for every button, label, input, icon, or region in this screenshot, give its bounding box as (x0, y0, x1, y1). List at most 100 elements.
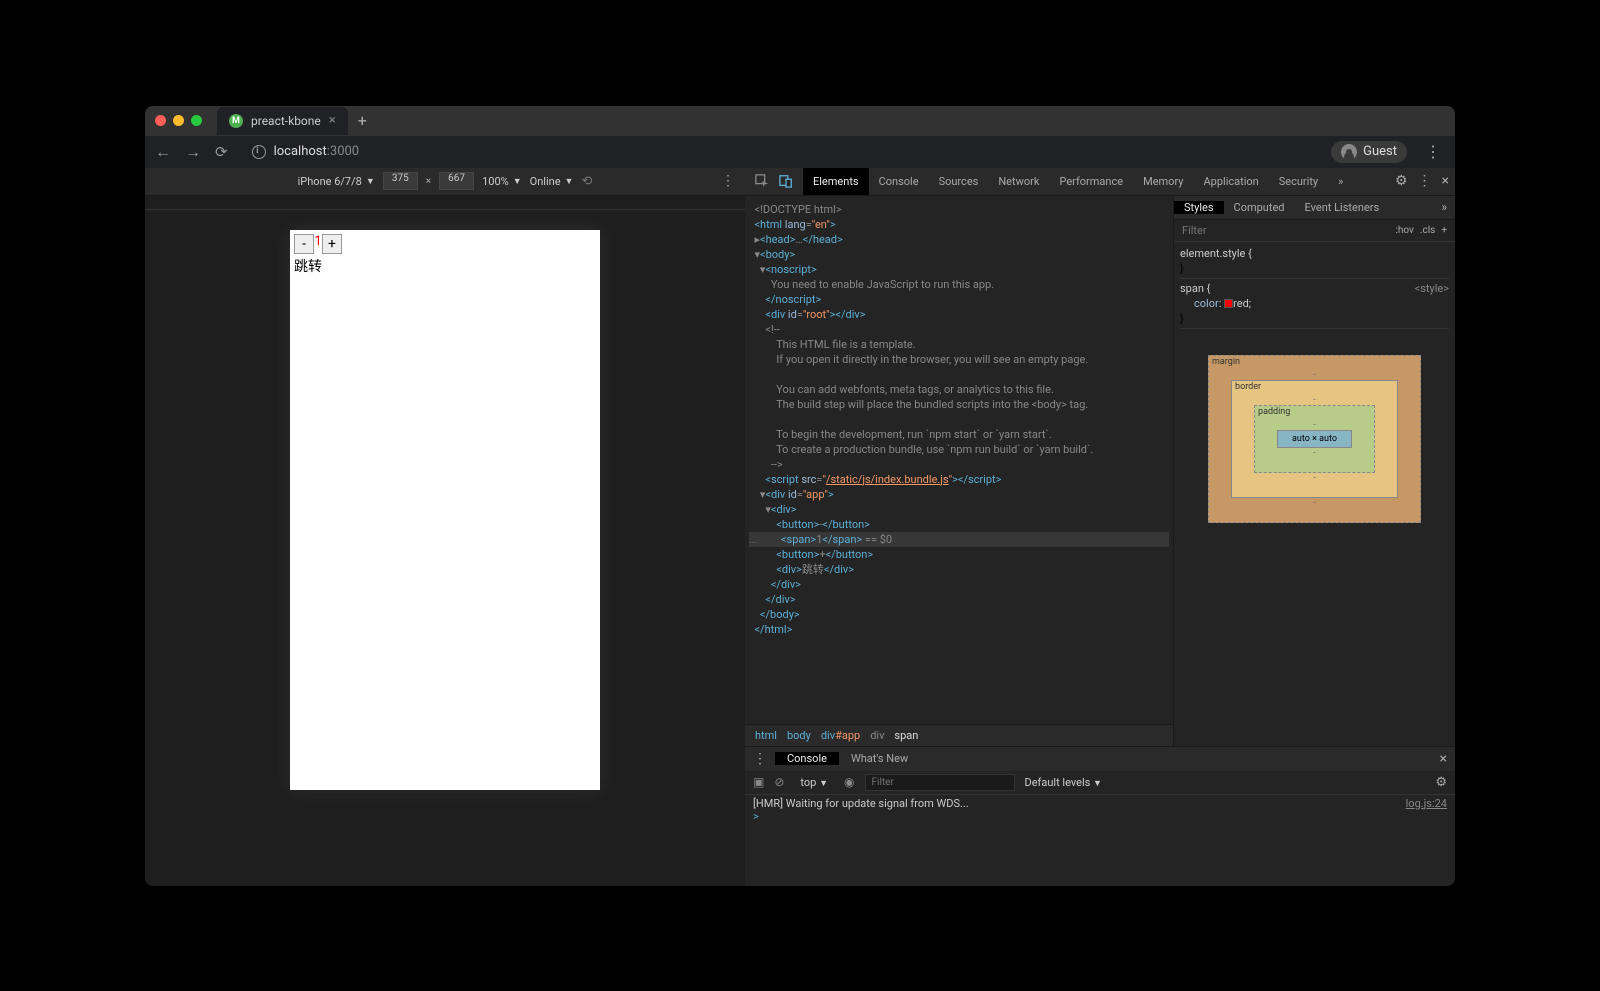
color-swatch-icon[interactable] (1224, 299, 1233, 308)
tab-memory[interactable]: Memory (1133, 168, 1193, 195)
zoom-selector[interactable]: 100%▼ (482, 175, 522, 188)
titlebar: M preact-kbone × + (145, 106, 1455, 136)
tab-event-listeners[interactable]: Event Listeners (1295, 201, 1390, 214)
profile-button[interactable]: Guest (1331, 141, 1407, 163)
jump-link[interactable]: 跳转 (294, 256, 596, 276)
tab-console[interactable]: Console (869, 168, 929, 195)
dom-tree[interactable]: <!DOCTYPE html> <html lang="en"> ▸<head>… (745, 196, 1173, 724)
breadcrumb-item[interactable]: div#app (821, 729, 860, 742)
network-selector[interactable]: Online▼ (530, 175, 574, 188)
add-rule-button[interactable]: + (1441, 225, 1447, 236)
rotate-icon[interactable]: ⟲ (581, 174, 592, 189)
address-bar: ← → ⟳ localhost:3000 Guest ⋮ (145, 136, 1455, 168)
sidebar-toggle-icon[interactable]: ▣ (753, 775, 764, 789)
breadcrumb-item[interactable]: div (870, 729, 884, 742)
drawer-tab-console[interactable]: Console (775, 752, 839, 765)
drawer-tab-whatsnew[interactable]: What's New (839, 752, 920, 765)
styles-filter-input[interactable] (1182, 224, 1395, 237)
console-message: [HMR] Waiting for update signal from WDS… (753, 797, 1447, 810)
width-input[interactable]: 375 (383, 172, 418, 190)
console-toolbar: ▣ ⊘ top ▼ ◉ Default levels ▼ ⚙ (745, 771, 1455, 795)
content-area: iPhone 6/7/8▼ 375 × 667 100%▼ Online▼ ⟲ … (145, 168, 1455, 886)
tab-network[interactable]: Network (988, 168, 1049, 195)
page-preview-panel: iPhone 6/7/8▼ 375 × 667 100%▼ Online▼ ⟲ … (145, 168, 745, 886)
browser-tab[interactable]: M preact-kbone × (217, 107, 348, 135)
breadcrumb-item[interactable]: body (787, 729, 811, 742)
increment-button[interactable]: + (322, 234, 342, 254)
eye-icon[interactable]: ◉ (844, 775, 854, 789)
person-icon (1341, 144, 1357, 160)
device-toolbar: iPhone 6/7/8▼ 375 × 667 100%▼ Online▼ ⟲ … (145, 168, 745, 196)
close-window-button[interactable] (155, 115, 166, 126)
breadcrumb-item[interactable]: html (755, 729, 777, 742)
tab-computed[interactable]: Computed (1224, 201, 1295, 214)
devtools-tab-bar: Elements Console Sources Network Perform… (745, 168, 1455, 196)
ruler (145, 196, 745, 210)
preview-area: - 1 + 跳转 (145, 210, 745, 886)
console-filter-input[interactable] (865, 774, 1015, 791)
counter-value: 1 (314, 234, 322, 254)
context-selector[interactable]: top ▼ (794, 776, 834, 789)
console-source-link[interactable]: log.js:24 (1406, 797, 1447, 810)
tab-application[interactable]: Application (1193, 168, 1268, 195)
clear-console-icon[interactable]: ⊘ (774, 775, 784, 789)
cls-button[interactable]: .cls (1420, 225, 1435, 236)
close-tab-icon[interactable]: × (329, 113, 336, 128)
reload-button[interactable]: ⟳ (215, 143, 228, 161)
site-info-icon[interactable] (252, 145, 266, 159)
tab-performance[interactable]: Performance (1049, 168, 1133, 195)
maximize-window-button[interactable] (191, 115, 202, 126)
settings-icon[interactable]: ⚙ (1395, 173, 1408, 189)
tab-more[interactable]: » (1328, 168, 1353, 195)
style-rule: <style> span { color: red; } (1180, 281, 1449, 329)
drawer-tabs: ⋮ Console What's New × (745, 747, 1455, 771)
console-settings-icon[interactable]: ⚙ (1435, 775, 1447, 790)
console-prompt[interactable]: > (753, 810, 759, 823)
url-field[interactable]: localhost:3000 (242, 144, 1318, 159)
hov-button[interactable]: :hov (1395, 225, 1413, 236)
devtools-menu-icon[interactable]: ⋮ (1418, 173, 1432, 189)
inspect-element-icon[interactable] (755, 174, 769, 188)
minimize-window-button[interactable] (173, 115, 184, 126)
close-drawer-icon[interactable]: × (1440, 751, 1447, 767)
counter-controls: - 1 + (294, 234, 596, 254)
decrement-button[interactable]: - (294, 234, 314, 254)
url-text: localhost:3000 (274, 144, 360, 159)
browser-menu-button[interactable]: ⋮ (1421, 142, 1445, 161)
dimension-separator: × (426, 176, 431, 187)
console-drawer: ⋮ Console What's New × ▣ ⊘ top ▼ ◉ Defau… (745, 746, 1455, 886)
new-tab-button[interactable]: + (358, 111, 367, 130)
device-frame: - 1 + 跳转 (290, 230, 600, 790)
device-toggle-icon[interactable] (779, 174, 793, 188)
breadcrumb-item[interactable]: span (894, 729, 918, 742)
styles-filter-row: :hov .cls + (1174, 220, 1455, 242)
log-levels-selector[interactable]: Default levels ▼ (1025, 776, 1102, 789)
tab-security[interactable]: Security (1269, 168, 1328, 195)
elements-panel: <!DOCTYPE html> <html lang="en"> ▸<head>… (745, 196, 1173, 746)
close-devtools-icon[interactable]: × (1442, 173, 1449, 189)
tab-styles[interactable]: Styles (1174, 201, 1224, 214)
style-rule: element.style {} (1180, 246, 1449, 279)
console-output[interactable]: [HMR] Waiting for update signal from WDS… (745, 795, 1455, 886)
tab-title: preact-kbone (251, 114, 321, 128)
styles-panel: Styles Computed Event Listeners » :hov .… (1173, 196, 1455, 746)
tab-sources[interactable]: Sources (929, 168, 989, 195)
drawer-menu-icon[interactable]: ⋮ (745, 751, 775, 767)
box-model-diagram: margin- border- padding- auto × auto - -… (1174, 335, 1455, 543)
page-body: - 1 + 跳转 (290, 230, 600, 280)
forward-button[interactable]: → (185, 142, 201, 162)
styles-more-icon[interactable]: » (1441, 200, 1455, 214)
devtools-panel: Elements Console Sources Network Perform… (745, 168, 1455, 886)
device-options-button[interactable]: ⋮ (721, 173, 735, 189)
device-selector[interactable]: iPhone 6/7/8▼ (298, 175, 375, 188)
back-button[interactable]: ← (155, 142, 171, 162)
favicon-icon: M (229, 114, 243, 128)
traffic-lights (155, 115, 202, 126)
tab-elements[interactable]: Elements (803, 168, 869, 195)
breadcrumb: html body div#app div span (745, 724, 1173, 746)
browser-window: M preact-kbone × + ← → ⟳ localhost:3000 … (145, 106, 1455, 886)
styles-tabs: Styles Computed Event Listeners » (1174, 196, 1455, 220)
devtools-body: <!DOCTYPE html> <html lang="en"> ▸<head>… (745, 196, 1455, 746)
style-rules[interactable]: element.style {} <style> span { color: r… (1174, 242, 1455, 335)
height-input[interactable]: 667 (439, 172, 474, 190)
